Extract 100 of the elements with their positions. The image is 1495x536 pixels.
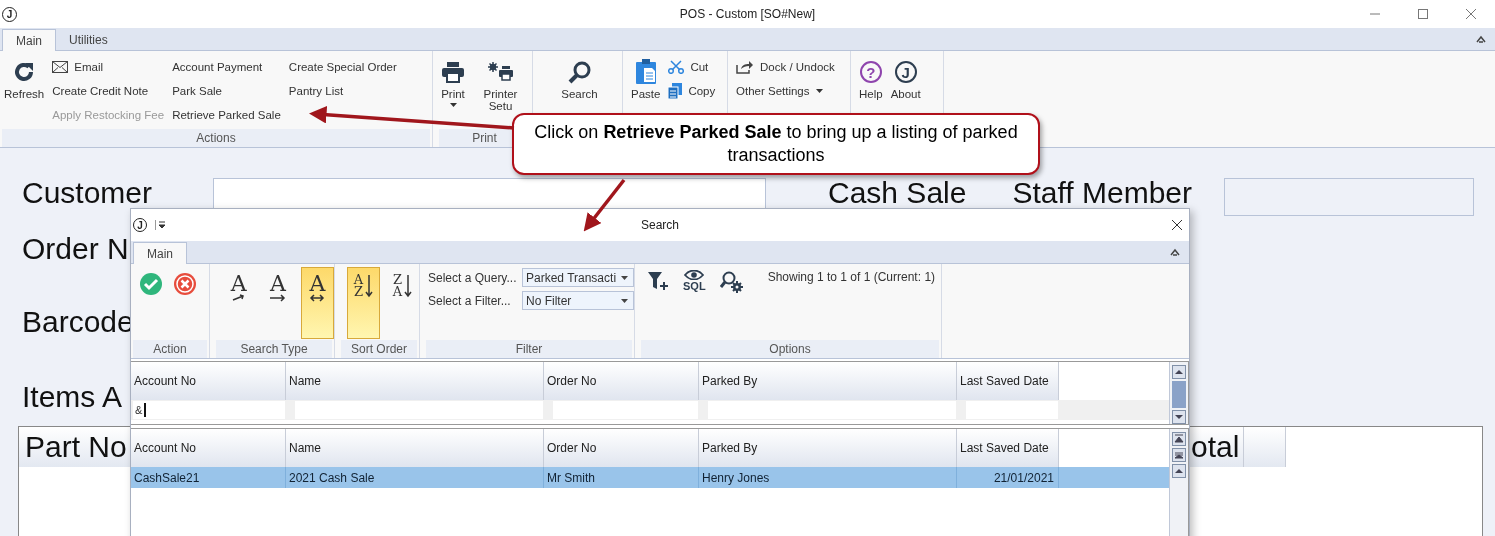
ribbon-command[interactable]: Retrieve Parked Sale <box>168 103 285 127</box>
print-button[interactable]: Print <box>437 55 469 107</box>
dialog-title: Search <box>641 218 679 232</box>
search-type-toggle[interactable]: A <box>261 267 295 339</box>
ribbon-tab[interactable]: Main <box>133 242 187 264</box>
ribbon-command[interactable]: Create Credit Note <box>48 79 169 103</box>
vertical-scrollbar[interactable] <box>1169 362 1188 424</box>
filter-label: Select a Filter... <box>428 293 512 308</box>
column-header: Parked By <box>699 362 957 400</box>
maximize-icon[interactable] <box>1417 8 1429 20</box>
envelope-icon <box>52 61 69 73</box>
dock-undock-button[interactable]: Dock / Undock <box>732 55 839 79</box>
close-icon[interactable] <box>1171 219 1183 231</box>
column-header: Parked By <box>699 429 957 467</box>
refresh-button[interactable]: Refresh <box>0 55 49 100</box>
order-number-label: Order N <box>21 233 129 265</box>
other-settings-dropdown[interactable]: Other Settings <box>732 79 839 103</box>
about-button[interactable]: J About <box>886 55 925 100</box>
column-header: Last Saved Date <box>957 362 1059 400</box>
table-cell: Henry Jones <box>699 467 957 488</box>
ribbon-tab[interactable]: Utilities <box>56 29 121 50</box>
caret-icon <box>621 298 628 303</box>
copy-icon <box>668 83 683 99</box>
staff-member-field[interactable] <box>1224 178 1474 216</box>
items-label: Items A <box>21 381 123 413</box>
ribbon-command[interactable]: Account Payment <box>168 55 285 79</box>
search-icon <box>567 59 592 85</box>
ribbon-command[interactable]: Email <box>48 55 169 79</box>
column-filter-field[interactable] <box>966 401 1058 419</box>
scroll-down-icon[interactable] <box>1172 410 1186 424</box>
table-cell: Mr Smith <box>544 467 699 488</box>
result-count-text: Showing 1 to 1 of 1 (Current: 1) <box>767 270 936 284</box>
down-arrow-icon <box>365 274 374 298</box>
printer-icon <box>441 59 465 85</box>
column-header: Account No <box>131 362 286 400</box>
window-title: POS - Custom [SO#New] <box>679 7 816 21</box>
quick-access-caret-icon[interactable] <box>155 220 166 230</box>
clipboard-icon <box>634 59 657 85</box>
caret-icon <box>449 103 457 107</box>
help-icon: ? <box>859 61 882 83</box>
table-cell: 2021 Cash Sale <box>286 467 544 488</box>
scroll-to-top-icon[interactable] <box>1172 432 1186 446</box>
caret-icon <box>815 89 823 93</box>
text-cursor <box>144 403 147 417</box>
ribbon-command[interactable]: Park Sale <box>168 79 285 103</box>
page-up-icon[interactable] <box>1172 448 1186 462</box>
filter-add-icon[interactable] <box>647 270 669 292</box>
group-label: Action <box>133 340 207 358</box>
column-header <box>1244 427 1286 467</box>
barcode-label: Barcode <box>21 306 134 338</box>
column-filter-field[interactable] <box>708 401 956 419</box>
help-button[interactable]: ? Help <box>855 55 887 100</box>
query-label: Select a Query... <box>428 270 516 285</box>
result-row[interactable]: CashSale21 2021 Cash Sale Mr Smith Henry Jones 21/01/2021 <box>131 467 1169 488</box>
vertical-scrollbar[interactable] <box>1169 429 1188 536</box>
share-arrow-icon <box>736 60 754 74</box>
query-dropdown[interactable]: Parked Transacti <box>522 268 634 287</box>
annotation-arrow <box>583 178 626 232</box>
column-header: Name <box>286 362 544 400</box>
ribbon-command[interactable]: Create Special Order <box>284 55 401 79</box>
down-arrow-icon <box>404 274 413 298</box>
ribbon-tab[interactable]: Main <box>2 29 56 51</box>
printer-setup-button[interactable]: Printer Setu <box>469 55 532 112</box>
table-cell: 21/01/2021 <box>957 467 1059 488</box>
scroll-up-icon[interactable] <box>1172 464 1186 478</box>
paste-button[interactable]: Paste <box>627 55 665 100</box>
ribbon-command[interactable]: Pantry List <box>284 79 401 103</box>
arrow-icon <box>309 294 326 302</box>
collapse-ribbon-icon[interactable] <box>1475 34 1487 44</box>
search-type-toggle[interactable]: A <box>300 267 334 339</box>
cancel-icon[interactable] <box>173 272 197 296</box>
search-settings-icon[interactable] <box>719 270 744 294</box>
column-filter-field[interactable] <box>553 401 698 419</box>
scissors-icon <box>668 60 685 74</box>
customer-label: Customer <box>21 178 154 207</box>
filter-dropdown[interactable]: No Filter <box>522 291 634 310</box>
column-header: Order No <box>544 362 699 400</box>
column-filter-field[interactable] <box>295 401 543 419</box>
column-header: Last Saved Date <box>957 429 1059 467</box>
search-type-toggle[interactable]: A <box>222 267 256 339</box>
scroll-up-icon[interactable] <box>1172 365 1186 379</box>
confirm-icon[interactable] <box>139 272 163 296</box>
column-header: Account No <box>131 429 286 467</box>
group-label: Options <box>641 340 939 358</box>
column-filter-field[interactable]: & <box>133 401 285 419</box>
search-button[interactable]: Search <box>557 55 602 100</box>
caret-icon <box>621 275 628 280</box>
group-label: Actions <box>2 129 430 147</box>
sort-order-toggle[interactable]: Z A <box>386 267 419 339</box>
copy-button[interactable]: Copy <box>664 79 720 103</box>
table-cell: CashSale21 <box>131 467 286 488</box>
view-sql-button[interactable]: SQL <box>683 270 706 292</box>
staff-member-label: Staff Member <box>1011 178 1192 207</box>
cut-button[interactable]: Cut <box>664 55 720 79</box>
group-label: Sort Order <box>341 340 417 358</box>
collapse-ribbon-icon[interactable] <box>1169 247 1181 257</box>
sort-order-toggle[interactable]: A Z <box>347 267 380 339</box>
cash-sale-label: Cash Sale <box>827 178 967 207</box>
group-label: Search Type <box>216 340 332 358</box>
column-header: Name <box>286 429 544 467</box>
